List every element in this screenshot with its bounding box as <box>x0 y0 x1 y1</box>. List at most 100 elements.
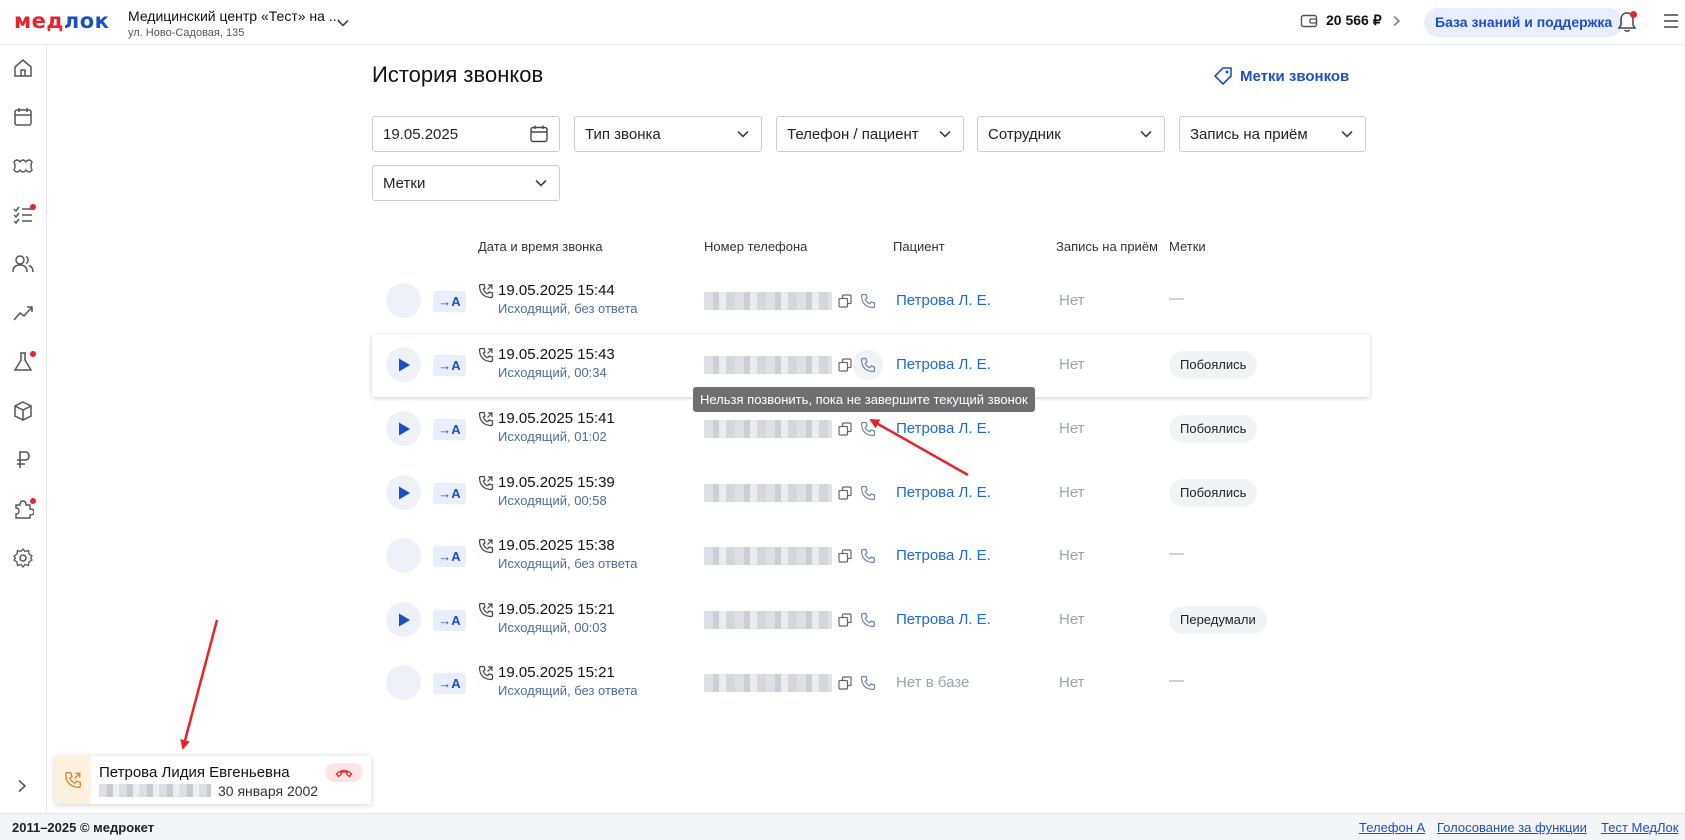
appointment-status: Нет <box>1059 420 1085 437</box>
appointment-status: Нет <box>1059 356 1085 373</box>
medlok-logo[interactable]: медлок <box>14 9 109 33</box>
clinic-selector[interactable]: Медицинский центр «Тест» на ... ул. Ново… <box>128 8 340 39</box>
play-button[interactable] <box>386 347 421 382</box>
chevron-down-icon[interactable] <box>336 16 350 30</box>
active-call-patient-name[interactable]: Петрова Лидия Евгеньевна <box>99 764 290 781</box>
patient-link[interactable]: Петрова Л. Е. <box>896 547 991 564</box>
play-icon <box>398 422 410 435</box>
phone-icon[interactable] <box>860 357 876 373</box>
phone-number-blurred <box>704 484 832 502</box>
hamburger-menu-icon[interactable] <box>1662 12 1680 30</box>
call-datetime: 19.05.2025 15:38 <box>498 537 615 554</box>
call-tag[interactable]: Побоялись <box>1169 351 1258 379</box>
call-tag[interactable]: Побоялись <box>1169 479 1258 507</box>
footer-link-test-medlok[interactable]: Тест МедЛок <box>1601 820 1678 835</box>
date-value: 19.05.2025 <box>383 125 459 143</box>
table-row[interactable]: →A 19.05.2025 15:44 Исходящий, без ответ… <box>372 270 1370 333</box>
patient-link[interactable]: Петрова Л. Е. <box>896 611 991 628</box>
balance-widget[interactable]: 20 566 ₽ <box>1300 12 1402 29</box>
chart-icon[interactable] <box>12 302 34 324</box>
phone-patient-select[interactable]: Телефон / пациент <box>776 116 964 152</box>
box-icon[interactable] <box>12 400 34 422</box>
call-type-select[interactable]: Тип звонка <box>574 116 762 152</box>
call-disabled-tooltip: Нельзя позвонить, пока не завершите теку… <box>693 387 1035 412</box>
expand-sidebar-icon[interactable] <box>15 778 29 794</box>
calendar-icon[interactable] <box>12 106 34 128</box>
people-icon[interactable] <box>12 253 34 275</box>
play-button[interactable] <box>386 411 421 446</box>
calendar-icon[interactable] <box>529 124 549 144</box>
patient-link[interactable]: Петрова Л. Е. <box>896 356 991 373</box>
ruble-icon[interactable] <box>12 449 34 471</box>
call-details: Исходящий, 00:58 <box>498 493 607 508</box>
table-row[interactable]: →A 19.05.2025 15:38 Исходящий, без ответ… <box>372 525 1370 588</box>
clinic-name: Медицинский центр «Тест» на ... <box>128 8 341 24</box>
settings-icon[interactable] <box>12 547 34 569</box>
knowledge-base-button[interactable]: База знаний и поддержка <box>1424 8 1624 37</box>
teeth-icon[interactable] <box>12 155 34 177</box>
phone-number-blurred <box>704 420 832 438</box>
phone-icon[interactable] <box>860 421 876 437</box>
copy-icon[interactable] <box>838 613 852 627</box>
outgoing-call-icon <box>478 665 494 681</box>
call-details: Исходящий, без ответа <box>498 301 638 316</box>
copy-icon[interactable] <box>838 294 852 308</box>
phone-icon[interactable] <box>860 675 876 691</box>
play-icon <box>398 486 410 499</box>
patient-link[interactable]: Петрова Л. Е. <box>896 420 991 437</box>
copy-icon[interactable] <box>838 358 852 372</box>
phone-icon[interactable] <box>860 485 876 501</box>
play-button[interactable] <box>386 602 421 637</box>
clinic-address: ул. Ново-Садовая, 135 <box>128 27 245 39</box>
copy-icon[interactable] <box>838 486 852 500</box>
call-direction-badge: →A <box>433 355 466 376</box>
call-details: Исходящий, без ответа <box>498 556 638 571</box>
phone-number-blurred <box>704 547 832 565</box>
play-button-disabled <box>386 538 421 573</box>
phone-icon[interactable] <box>860 293 876 309</box>
table-row[interactable]: →A 19.05.2025 15:21 Исходящий, 00:03 Пет… <box>372 589 1370 652</box>
tags-select[interactable]: Метки <box>372 165 560 201</box>
employee-select[interactable]: Сотрудник <box>977 116 1165 152</box>
call-tag[interactable]: Побоялись <box>1169 415 1258 443</box>
patient-link[interactable]: Петрова Л. Е. <box>896 292 991 309</box>
call-direction-badge: →A <box>433 291 466 312</box>
active-call-phone-blurred <box>99 784 211 797</box>
puzzle-icon[interactable] <box>12 498 36 520</box>
flask-icon[interactable] <box>12 351 36 373</box>
appointment-select[interactable]: Запись на приём <box>1179 116 1366 152</box>
call-tags-link[interactable]: Метки звонков <box>1213 66 1349 86</box>
call-datetime: 19.05.2025 15:44 <box>498 282 615 299</box>
footer-link-voting[interactable]: Голосование за функции <box>1437 820 1587 835</box>
table-row[interactable]: →A 19.05.2025 15:39 Исходящий, 00:58 Пет… <box>372 462 1370 525</box>
call-direction-badge: →A <box>433 610 466 631</box>
tag-icon <box>1213 67 1232 86</box>
active-call-widget[interactable]: Петрова Лидия Евгеньевна 30 января 2002 <box>55 756 371 804</box>
outgoing-call-icon <box>478 411 494 427</box>
copy-icon[interactable] <box>838 676 852 690</box>
call-datetime: 19.05.2025 15:21 <box>498 664 615 681</box>
phone-icon[interactable] <box>860 548 876 564</box>
date-filter[interactable]: 19.05.2025 <box>372 116 560 152</box>
outgoing-call-icon <box>478 475 494 491</box>
footer: 2011–2025 © медрокет Телефон А Голосован… <box>0 813 1685 840</box>
copy-icon[interactable] <box>838 422 852 436</box>
tasks-icon[interactable] <box>12 204 36 226</box>
patient-link[interactable]: Петрова Л. Е. <box>896 484 991 501</box>
notification-dot <box>30 351 36 357</box>
balance-amount: 20 566 ₽ <box>1326 12 1382 28</box>
column-header-datetime: Дата и время звонка <box>478 239 603 254</box>
outgoing-call-icon <box>478 602 494 618</box>
table-row[interactable]: →A 19.05.2025 15:21 Исходящий, без ответ… <box>372 652 1370 715</box>
call-tag[interactable]: Передумали <box>1169 606 1267 634</box>
copy-icon[interactable] <box>838 549 852 563</box>
footer-link-phone[interactable]: Телефон А <box>1359 820 1425 835</box>
phone-icon[interactable] <box>860 612 876 628</box>
column-header-phone: Номер телефона <box>704 239 808 254</box>
wallet-icon <box>1300 14 1318 27</box>
hangup-button[interactable] <box>325 763 363 782</box>
appointment-status: Нет <box>1059 292 1085 309</box>
home-icon[interactable] <box>12 57 34 79</box>
play-button[interactable] <box>386 475 421 510</box>
outgoing-call-icon <box>478 283 494 299</box>
